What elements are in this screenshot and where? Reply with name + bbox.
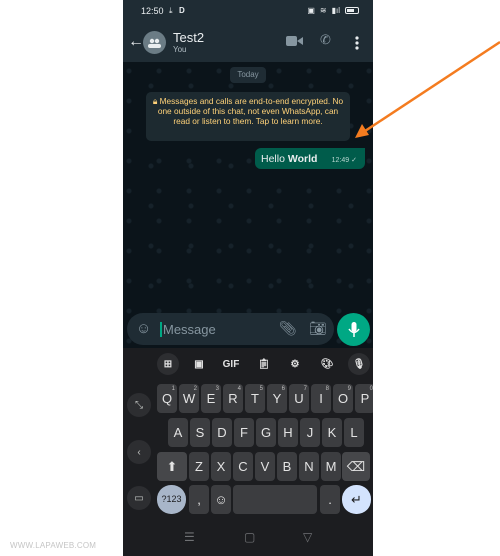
annotation-arrow xyxy=(355,40,500,138)
